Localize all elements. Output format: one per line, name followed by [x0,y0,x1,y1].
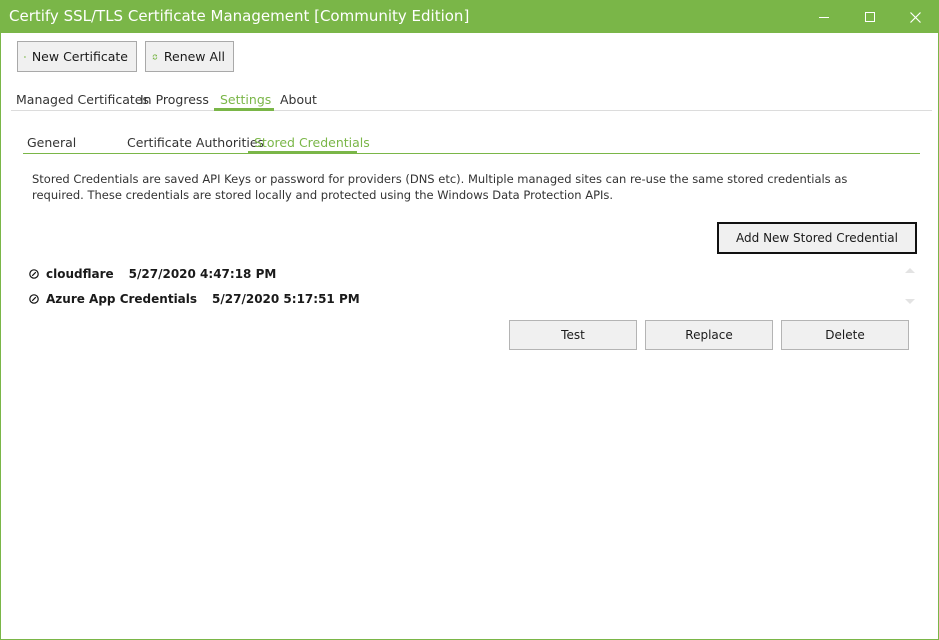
renew-all-button[interactable]: Renew All [145,41,234,72]
main-tabs-divider [11,110,932,111]
add-new-stored-credential-button[interactable]: Add New Stored Credential [717,222,917,254]
delete-label: Delete [825,328,865,342]
refresh-icon [152,53,158,60]
minimize-icon [819,16,829,18]
maximize-icon [865,12,875,22]
plus-circle-icon [24,55,26,58]
scroll-down-icon[interactable] [904,298,916,306]
delete-button[interactable]: Delete [781,320,909,350]
test-label: Test [561,328,585,342]
settings-tab-active-indicator [248,151,357,154]
scroll-up-icon[interactable] [904,266,916,274]
credential-date: 5/27/2020 5:17:51 PM [212,292,360,306]
list-item[interactable]: Azure App Credentials 5/27/2020 5:17:51 … [29,291,360,307]
close-button[interactable] [892,1,938,33]
window-title: Certify SSL/TLS Certificate Management [… [9,7,470,25]
maximize-button[interactable] [847,1,893,33]
credential-name: Azure App Credentials [46,292,198,306]
close-icon [909,11,921,23]
new-certificate-label: New Certificate [31,49,128,64]
main-tab-active-indicator [214,108,274,111]
add-new-stored-credential-label: Add New Stored Credential [736,231,898,245]
minimize-button[interactable] [801,1,847,33]
title-bar[interactable]: Certify SSL/TLS Certificate Management [… [1,1,938,33]
renew-all-label: Renew All [163,49,225,64]
tab-in-progress[interactable]: In Progress [140,92,209,107]
credential-icon [29,269,39,279]
tab-stored-credentials[interactable]: Stored Credentials [254,135,370,150]
list-item[interactable]: cloudflare 5/27/2020 4:47:18 PM [29,266,276,282]
tab-managed-certificates[interactable]: Managed Certificates [16,92,149,107]
replace-button[interactable]: Replace [645,320,773,350]
credential-icon [29,294,39,304]
tab-certificate-authorities[interactable]: Certificate Authorities [127,135,264,150]
tab-settings[interactable]: Settings [220,92,271,107]
credential-name: cloudflare [46,267,114,281]
app-window: Certify SSL/TLS Certificate Management [… [0,0,939,640]
tab-general[interactable]: General [27,135,76,150]
replace-label: Replace [685,328,733,342]
settings-tabs-divider [23,153,920,154]
credential-date: 5/27/2020 4:47:18 PM [128,267,277,281]
tab-about[interactable]: About [280,92,317,107]
test-button[interactable]: Test [509,320,637,350]
stored-credentials-description: Stored Credentials are saved API Keys or… [32,172,848,202]
new-certificate-button[interactable]: New Certificate [17,41,137,72]
